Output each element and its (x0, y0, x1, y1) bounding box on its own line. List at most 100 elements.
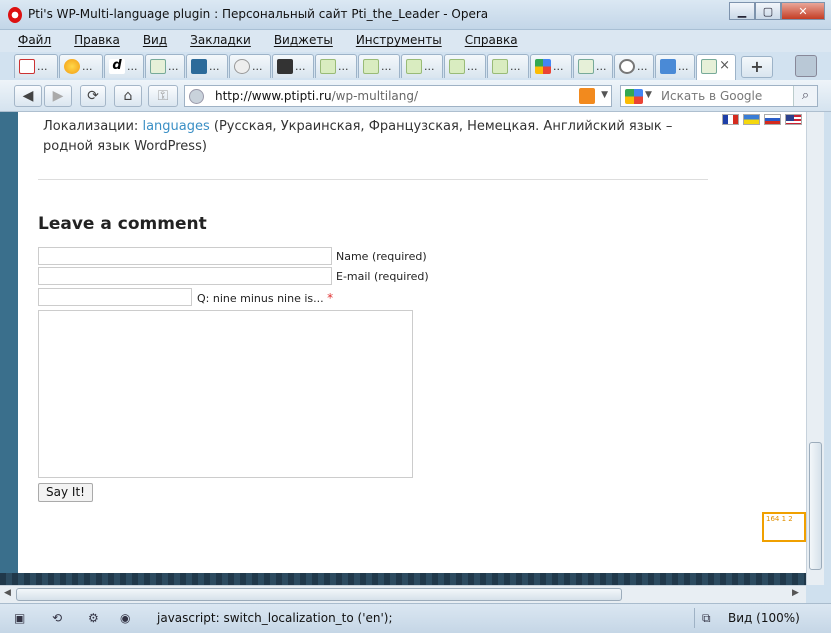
page-content: Локализации: languages (Русская, Украинс… (18, 112, 806, 573)
page-icon (150, 59, 166, 74)
divider (38, 179, 708, 180)
chevron-down-icon[interactable]: ▼ (645, 90, 652, 100)
horizontal-scroll-thumb[interactable] (16, 588, 622, 601)
tab-4[interactable]: ... (145, 54, 185, 78)
navigation-bar: ◀ ▶ ⟳ ⌂ ⚿ http://www.ptipti.ru/wp-multil… (0, 80, 831, 112)
tab-14[interactable]: ... (573, 54, 613, 78)
wand-button[interactable]: ⚿ (148, 85, 178, 107)
unite-icon[interactable]: ⚙ (88, 611, 104, 625)
search-button[interactable]: ⌕ (793, 86, 817, 106)
tab-active[interactable]: × (696, 54, 736, 80)
comment-heading: Leave a comment (38, 214, 207, 234)
tab-10[interactable]: ... (401, 54, 443, 78)
page-viewport: Локализации: languages (Русская, Украинс… (0, 112, 806, 585)
required-mark: * (327, 291, 334, 305)
scroll-right-icon[interactable]: ▶ (792, 588, 799, 598)
panel-toggle-icon[interactable]: ▣ (14, 611, 30, 625)
page-border (0, 112, 18, 573)
menu-bookmarks[interactable]: Закладки (190, 30, 260, 52)
language-flags (722, 114, 802, 125)
email-field[interactable] (38, 267, 332, 285)
close-button[interactable]: ✕ (781, 2, 825, 20)
tab-12[interactable]: ... (487, 54, 529, 78)
back-button[interactable]: ◀ (14, 85, 42, 107)
translate-icon (660, 59, 676, 74)
window-controls: ▁ ▢ ✕ (729, 2, 825, 20)
flag-ru-icon[interactable] (764, 114, 781, 125)
sync-icon[interactable]: ⟲ (52, 611, 68, 625)
horizontal-scrollbar[interactable]: ◀ ▶ (0, 585, 806, 603)
new-tab-button[interactable]: + (741, 56, 773, 78)
fox-icon (406, 59, 422, 74)
tab-6[interactable]: ... (229, 54, 271, 78)
opera-logo-icon[interactable] (8, 7, 22, 23)
forward-arrow-icon: ▶ (52, 88, 64, 104)
say-it-button[interactable]: Say It! (38, 483, 93, 502)
window-icon[interactable]: ⧉ (702, 611, 718, 625)
comment-textarea[interactable] (38, 310, 413, 478)
status-separator (694, 608, 695, 628)
localizations-paragraph: Локализации: languages (Русская, Украинс… (43, 119, 673, 154)
menu-view[interactable]: Вид (143, 30, 176, 52)
fox-icon (449, 59, 465, 74)
fox-icon (320, 59, 336, 74)
menu-file[interactable]: Файл (18, 30, 60, 52)
status-bar: ▣ ⟲ ⚙ ◉ javascript: switch_localization_… (0, 603, 831, 633)
status-text: javascript: switch_localization_to ('en'… (157, 611, 393, 625)
home-button[interactable]: ⌂ (114, 85, 142, 107)
scroll-left-icon[interactable]: ◀ (4, 588, 11, 598)
google-icon[interactable] (625, 89, 643, 104)
flag-ua-icon[interactable] (743, 114, 760, 125)
page-icon (701, 59, 717, 74)
fox-icon (492, 59, 508, 74)
forward-button[interactable]: ▶ (44, 85, 72, 107)
tab-11[interactable]: ... (444, 54, 486, 78)
tab-13[interactable]: ... (530, 54, 572, 78)
tab-9[interactable]: ... (358, 54, 400, 78)
captcha-field[interactable] (38, 288, 192, 306)
google-icon (535, 59, 551, 74)
tab-2[interactable]: ... (59, 54, 103, 78)
reload-icon: ⟳ (87, 88, 99, 104)
trash-icon[interactable] (795, 55, 817, 77)
flag-us-icon[interactable] (785, 114, 802, 125)
tab-15[interactable]: ... (614, 54, 654, 78)
vertical-scroll-thumb[interactable] (809, 442, 822, 570)
vertical-scrollbar[interactable] (806, 112, 824, 585)
tab-gmail[interactable]: ... (14, 54, 58, 78)
flag-fr-icon[interactable] (722, 114, 739, 125)
tab-bar: ... ... d... ... ... ... ... ... ... ...… (0, 52, 831, 80)
zoom-control[interactable]: Вид (100%) (728, 611, 800, 625)
tab-3[interactable]: d... (104, 54, 144, 78)
rss-icon[interactable] (579, 88, 595, 104)
menu-edit[interactable]: Правка (74, 30, 129, 52)
sun-icon (64, 59, 80, 74)
d-logo-icon: d (109, 59, 125, 74)
url-text[interactable]: http://www.ptipti.ru/wp-multilang/ (215, 89, 418, 103)
languages-link[interactable]: languages (142, 119, 209, 134)
reload-button[interactable]: ⟳ (80, 85, 106, 107)
counter-badge[interactable]: 164 1 2 (762, 512, 806, 542)
close-tab-icon[interactable]: × (719, 58, 730, 73)
address-bar[interactable]: http://www.ptipti.ru/wp-multilang/ ▼ (184, 85, 612, 107)
name-label: Name (required) (336, 250, 427, 263)
maximize-button[interactable]: ▢ (755, 2, 781, 20)
name-field[interactable] (38, 247, 332, 265)
tab-8[interactable]: ... (315, 54, 357, 78)
search-input[interactable]: Искать в Google (661, 89, 762, 103)
tab-7[interactable]: ... (272, 54, 314, 78)
menu-widgets[interactable]: Виджеты (274, 30, 342, 52)
menu-tools[interactable]: Инструменты (356, 30, 451, 52)
tab-5[interactable]: ... (186, 54, 228, 78)
captcha-label: Q: nine minus nine is... * (197, 291, 334, 305)
bolt-icon (234, 59, 250, 74)
printer-icon (277, 59, 293, 74)
window-frame-right (824, 112, 831, 585)
search-box[interactable]: ▼ Искать в Google ⌕ (620, 85, 818, 107)
menu-help[interactable]: Справка (465, 30, 527, 52)
chevron-down-icon[interactable]: ▼ (601, 90, 608, 100)
window-title: Pti's WP-Multi-language plugin : Персона… (28, 7, 489, 21)
tab-16[interactable]: ... (655, 54, 695, 78)
minimize-button[interactable]: ▁ (729, 2, 755, 20)
turbo-icon[interactable]: ◉ (120, 611, 136, 625)
